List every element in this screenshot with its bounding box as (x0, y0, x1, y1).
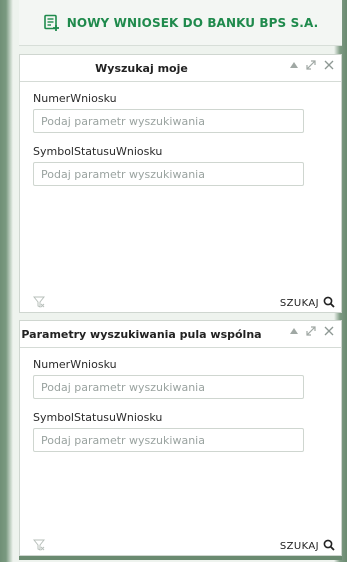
collapse-icon[interactable] (289, 61, 299, 69)
panel-actions (289, 325, 335, 337)
expand-icon[interactable] (305, 325, 317, 337)
new-application-button[interactable]: NOWY WNIOSEK DO BANKU BPS S.A. (19, 14, 342, 32)
status-symbol-input[interactable] (33, 428, 304, 452)
panel-actions (289, 59, 335, 71)
close-icon[interactable] (323, 325, 335, 337)
document-plus-icon (43, 14, 61, 32)
panel-header: Parametry wyszukiwania pula wspólna (20, 321, 341, 348)
bottom-divider (19, 556, 342, 560)
shared-pool-search-panel: Parametry wyszukiwania pula wspólna Nume… (19, 320, 342, 556)
panel-header: Wyszukaj moje (20, 55, 341, 82)
status-symbol-input[interactable] (33, 162, 304, 186)
application-number-label: NumerWniosku (33, 358, 117, 371)
expand-icon[interactable] (305, 59, 317, 71)
close-icon[interactable] (323, 59, 335, 71)
application-number-input[interactable] (33, 109, 304, 133)
search-button-label: SZUKAJ (279, 540, 319, 552)
application-number-label: NumerWniosku (33, 92, 117, 105)
search-button[interactable]: SZUKAJ (280, 296, 335, 311)
clear-filter-icon[interactable] (32, 539, 46, 554)
new-application-bar: NOWY WNIOSEK DO BANKU BPS S.A. (19, 0, 342, 45)
panel-footer: SZUKAJ (20, 294, 341, 312)
collapse-icon[interactable] (289, 327, 299, 335)
status-symbol-label: SymbolStatusuWniosku (33, 145, 163, 158)
search-icon (323, 296, 335, 311)
search-button[interactable]: SZUKAJ (280, 539, 335, 554)
status-symbol-label: SymbolStatusuWniosku (33, 411, 163, 424)
search-mine-panel: Wyszukaj moje NumerWniosku SymbolStatusu… (19, 54, 342, 313)
application-number-input[interactable] (33, 375, 304, 399)
panel-title: Parametry wyszukiwania pula wspólna (21, 327, 262, 341)
panel-body: NumerWniosku SymbolStatusuWniosku (20, 348, 341, 462)
new-application-label: NOWY WNIOSEK DO BANKU BPS S.A. (66, 16, 319, 30)
clear-filter-icon[interactable] (32, 296, 46, 311)
panel-footer: SZUKAJ (20, 537, 341, 555)
search-icon (323, 539, 335, 554)
search-button-label: SZUKAJ (279, 297, 319, 309)
panel-body: NumerWniosku SymbolStatusuWniosku (20, 82, 341, 196)
panel-title: Wyszukaj moje (95, 61, 188, 75)
